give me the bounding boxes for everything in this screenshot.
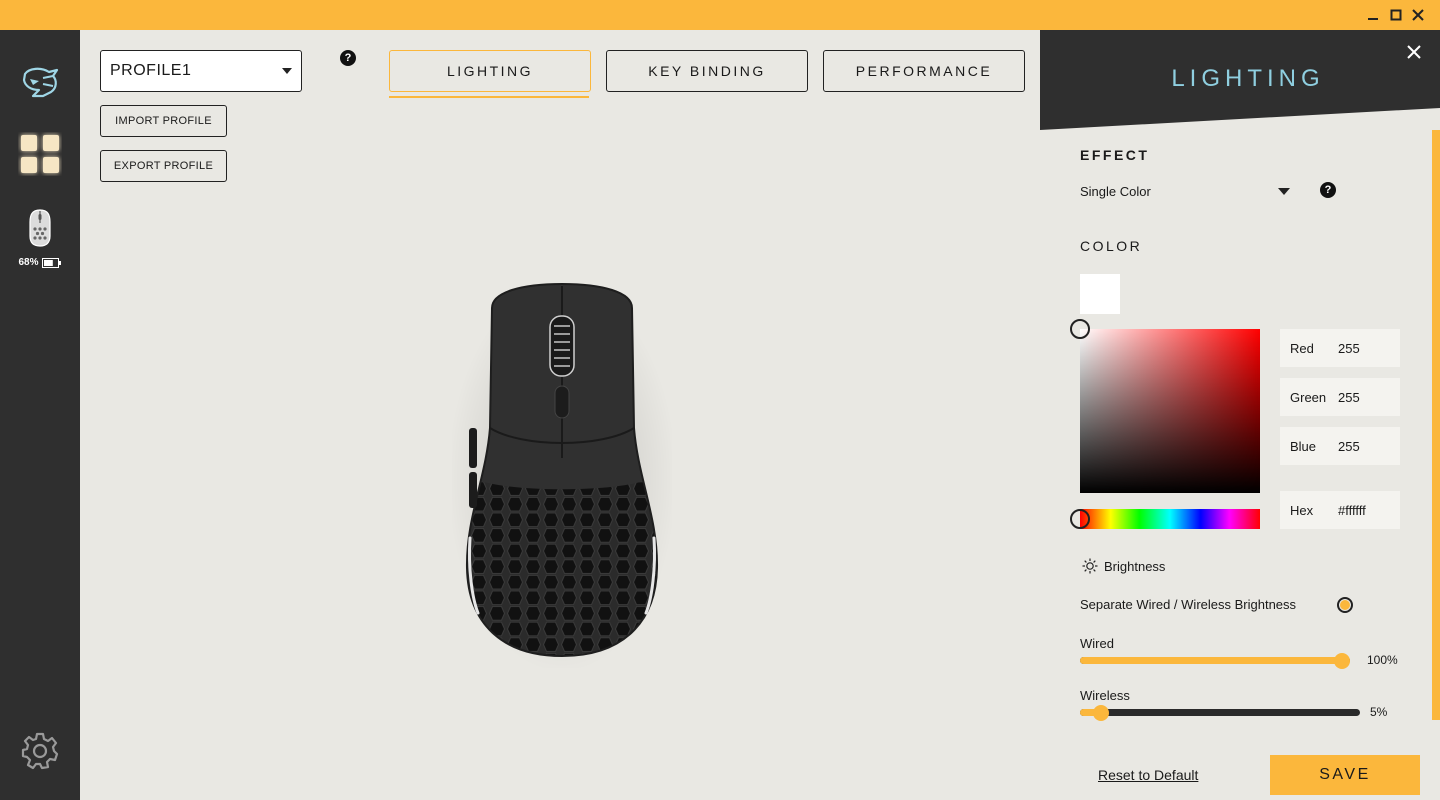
- wired-label: Wired: [1080, 636, 1114, 651]
- active-tab-indicator: [389, 96, 589, 98]
- green-input[interactable]: [1338, 389, 1396, 405]
- blue-input[interactable]: [1338, 438, 1396, 454]
- reset-to-default-link[interactable]: Reset to Default: [1098, 767, 1198, 783]
- effect-heading: EFFECT: [1080, 147, 1150, 163]
- red-label: Red: [1290, 340, 1314, 356]
- gear-icon[interactable]: [0, 731, 80, 771]
- brightness-section: Brightness: [1082, 558, 1165, 574]
- red-input[interactable]: [1338, 340, 1396, 356]
- title-bar: [0, 0, 1440, 30]
- main-area: PROFILE1 ? IMPORT PROFILE EXPORT PROFILE…: [80, 30, 1040, 800]
- hex-label: Hex: [1290, 502, 1314, 518]
- green-field: Green: [1280, 378, 1400, 416]
- battery-icon: [41, 257, 61, 268]
- save-button[interactable]: SAVE: [1270, 755, 1420, 795]
- mouse-preview-image: [447, 278, 677, 673]
- chevron-down-icon: [1278, 187, 1290, 195]
- blue-field: Blue: [1280, 427, 1400, 465]
- wired-brightness-slider[interactable]: [1080, 653, 1350, 669]
- effect-select[interactable]: Single Color: [1080, 180, 1290, 202]
- wired-slider-thumb[interactable]: [1334, 653, 1350, 669]
- minimize-icon[interactable]: [1362, 5, 1384, 25]
- separate-brightness-row: Separate Wired / Wireless Brightness: [1080, 597, 1360, 612]
- panel-title: LIGHTING: [1171, 65, 1325, 92]
- lighting-panel: LIGHTING EFFECT Single Color ? COLOR Red…: [1040, 30, 1440, 800]
- color-heading: COLOR: [1080, 238, 1143, 254]
- wireless-label: Wireless: [1080, 688, 1130, 703]
- wireless-brightness-slider[interactable]: [1080, 705, 1360, 721]
- battery-status: 68%: [0, 257, 80, 268]
- profile-select-value: PROFILE1: [110, 62, 192, 79]
- color-picker-handle[interactable]: [1070, 319, 1090, 339]
- hue-slider[interactable]: [1080, 509, 1260, 529]
- toggle-dot: [1340, 600, 1350, 610]
- wired-value: 100%: [1367, 653, 1398, 667]
- profile-help-icon[interactable]: ?: [340, 50, 356, 66]
- wireless-slider-thumb[interactable]: [1093, 705, 1109, 721]
- current-color-swatch: [1080, 274, 1120, 314]
- tab-performance[interactable]: PERFORMANCE: [823, 50, 1025, 92]
- brightness-label: Brightness: [1104, 558, 1166, 574]
- wired-slider-fill: [1080, 657, 1342, 664]
- profile-select[interactable]: PROFILE1: [100, 50, 302, 92]
- close-panel-icon[interactable]: [1404, 42, 1424, 62]
- panel-scrollbar[interactable]: [1432, 130, 1440, 720]
- sun-icon: [1082, 558, 1098, 574]
- close-icon[interactable]: [1407, 5, 1429, 25]
- tab-lighting[interactable]: LIGHTING: [389, 50, 591, 92]
- separate-brightness-toggle[interactable]: [1337, 597, 1353, 613]
- wireless-value: 5%: [1370, 705, 1388, 719]
- export-profile-button[interactable]: EXPORT PROFILE: [100, 150, 227, 182]
- green-label: Green: [1290, 389, 1327, 405]
- maximize-icon[interactable]: [1385, 5, 1407, 25]
- blue-label: Blue: [1290, 438, 1317, 454]
- hex-field: Hex: [1280, 491, 1400, 529]
- effect-select-value: Single Color: [1080, 183, 1151, 199]
- tab-key-binding[interactable]: KEY BINDING: [606, 50, 808, 92]
- saturation-value-picker[interactable]: [1080, 329, 1260, 493]
- effect-help-icon[interactable]: ?: [1320, 182, 1336, 198]
- mouse-device-icon[interactable]: [0, 208, 80, 248]
- separate-brightness-label: Separate Wired / Wireless Brightness: [1080, 597, 1297, 612]
- import-profile-button[interactable]: IMPORT PROFILE: [100, 105, 227, 137]
- sidebar: 68%: [0, 30, 80, 800]
- hex-input[interactable]: [1338, 502, 1396, 518]
- dashboard-grid-icon[interactable]: [0, 132, 80, 176]
- red-field: Red: [1280, 329, 1400, 367]
- chevron-down-icon: [282, 68, 292, 74]
- battery-percent: 68%: [18, 257, 39, 268]
- hue-slider-handle[interactable]: [1070, 509, 1090, 529]
- brand-logo-icon[interactable]: [0, 66, 80, 100]
